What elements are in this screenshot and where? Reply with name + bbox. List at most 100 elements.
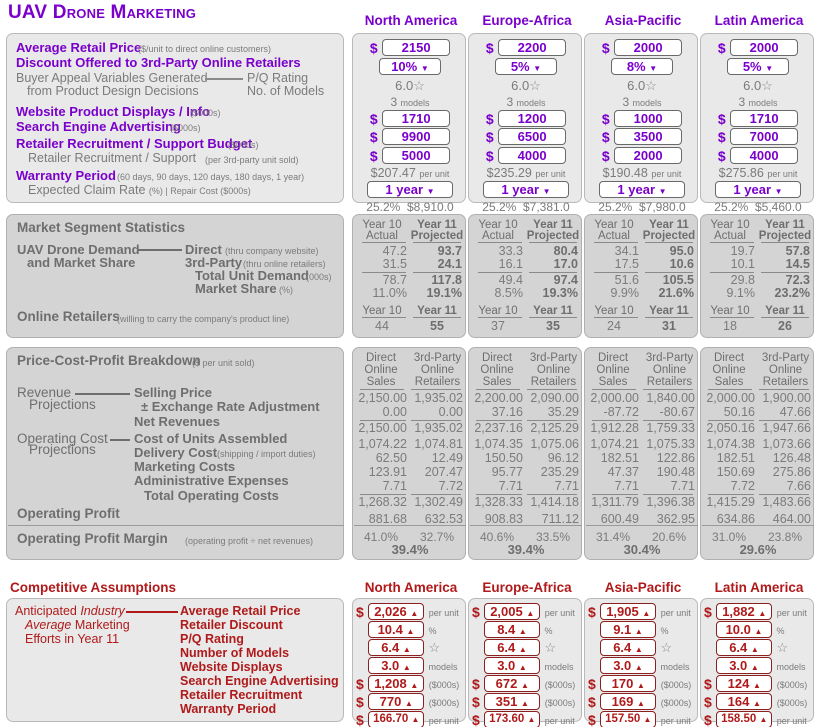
comp-number-of-models-europe-africa[interactable]: 3.0 ▲ [484, 657, 540, 675]
market-panel-north-america: Year 10 Actual Year 11 Projected 47.2 93… [352, 214, 466, 338]
comp-retailer-discount-latin-america[interactable]: 10.0 ▲ [716, 621, 772, 639]
search-engine-input-north-america[interactable]: 9900 [382, 128, 451, 146]
comp-number-of-models-north-america[interactable]: 3.0 ▲ [368, 657, 424, 675]
search-engine-input-asia-pacific[interactable]: 3500 [614, 128, 683, 146]
comp-search-engine-latin-america[interactable]: 164 ▲ [716, 693, 773, 711]
comp-website-displays-asia-pacific[interactable]: 170 ▲ [600, 675, 657, 693]
comp-retailer-recruitment-latin-america[interactable]: 158.50 ▲ [716, 711, 773, 727]
value: 1,905 [606, 604, 639, 620]
delivery-3rd-latin-america: 126.48 [772, 451, 811, 465]
warranty-select-europe-africa[interactable]: 1 year ▼ [483, 181, 569, 199]
unit-per-unit: per unit [776, 608, 807, 618]
retail-price-input-europe-africa[interactable]: 2200 [498, 39, 567, 57]
website-displays-input-north-america[interactable]: 1710 [382, 110, 451, 128]
retailer-budget-input-asia-pacific[interactable]: 2000 [614, 147, 683, 165]
discount-select-north-america[interactable]: 10% ▼ [379, 58, 441, 76]
unit-000s: ($000s) [660, 680, 692, 690]
divider [759, 389, 809, 390]
col-header-direct: Direct [713, 352, 745, 364]
comp-retailer-recruitment-asia-pacific[interactable]: 157.50 ▲ [600, 711, 657, 727]
label-exchange-rate-adjustment: ± Exchange Rate Adjustment [141, 399, 320, 414]
warranty-value: 1 year [501, 182, 540, 198]
website-displays-input-asia-pacific[interactable]: 1000 [614, 110, 683, 128]
unit-per-unit: per unit [428, 608, 459, 618]
comp-pq-rating-europe-africa[interactable]: 6.4 ▲ [484, 639, 540, 657]
retailer-budget-input-europe-africa[interactable]: 4000 [498, 147, 567, 165]
value: 173.60 [489, 713, 525, 726]
value: 8.4 [497, 622, 516, 638]
selling-price-direct-europe-africa: 2,200.00 [474, 391, 523, 405]
admin-direct-asia-pacific: 7.71 [614, 479, 639, 493]
comp-number-of-models-asia-pacific[interactable]: 3.0 ▲ [600, 657, 656, 675]
currency-symbol: $ [485, 39, 494, 56]
label-average-retail-price: Average Retail Price [16, 40, 142, 55]
comp-website-displays-europe-africa[interactable]: 672 ▲ [484, 675, 541, 693]
comp-retailer-discount-europe-africa[interactable]: 8.4 ▲ [484, 621, 540, 639]
comp-retailer-discount-asia-pacific[interactable]: 9.1 ▲ [600, 621, 656, 639]
comp-search-engine-europe-africa[interactable]: 351 ▲ [484, 693, 541, 711]
retailers-year10-asia-pacific: 24 [607, 319, 621, 333]
triangle-up-icon: ▲ [759, 715, 768, 725]
search-engine-input-latin-america[interactable]: 7000 [730, 128, 799, 146]
label-website-product-displays: Website Product Displays / Info [16, 104, 211, 119]
divider [478, 242, 522, 243]
currency-symbol: $ [588, 711, 596, 727]
leader-line-demand [137, 249, 182, 251]
warranty-select-asia-pacific[interactable]: 1 year ▼ [599, 181, 685, 199]
website-displays-input-latin-america[interactable]: 1710 [730, 110, 799, 128]
comp-avg-retail-price-north-america[interactable]: 2,026 ▲ [368, 603, 425, 621]
value: 3.0 [497, 658, 516, 674]
retailer-budget-input-north-america[interactable]: 5000 [382, 147, 451, 165]
net-revenues-3rd-latin-america: 1,947.66 [762, 421, 811, 435]
comp-pq-rating-north-america[interactable]: 6.4 ▲ [368, 639, 424, 657]
website-displays-input-europe-africa[interactable]: 1200 [498, 110, 567, 128]
value: 166.70 [373, 713, 409, 726]
discount-select-asia-pacific[interactable]: 8% ▼ [611, 58, 673, 76]
pq-rating-value: 6.0 [743, 78, 762, 93]
retail-price-input-north-america[interactable]: 2150 [382, 39, 451, 57]
triangle-up-icon: ▲ [520, 681, 529, 691]
note-warranty-period: (60 days, 90 days, 120 days, 180 days, 1… [117, 172, 305, 182]
comp-search-engine-north-america[interactable]: 770 ▲ [368, 693, 425, 711]
comp-retailer-discount-north-america[interactable]: 10.4 ▲ [368, 621, 424, 639]
value: 351 [495, 694, 518, 710]
comp-retailer-recruitment-europe-africa[interactable]: 173.60 ▲ [484, 711, 541, 727]
comp-pq-rating-asia-pacific[interactable]: 6.4 ▲ [600, 639, 656, 657]
retail-price-input-asia-pacific[interactable]: 2000 [614, 39, 683, 57]
delivery-direct-europe-africa: 150.50 [484, 451, 523, 465]
col-header-direct: Direct [365, 352, 397, 364]
margin-total-asia-pacific: 30.4% [623, 542, 661, 557]
comp-search-engine-asia-pacific[interactable]: 169 ▲ [600, 693, 657, 711]
net-revenues-direct-north-america: 2,150.00 [358, 421, 407, 435]
comp-retailer-recruitment-north-america[interactable]: 166.70 ▲ [368, 711, 425, 727]
comp-avg-retail-price-europe-africa[interactable]: 2,005 ▲ [484, 603, 541, 621]
retailer-budget-input-latin-america[interactable]: 4000 [730, 147, 799, 165]
comp-website-displays-north-america[interactable]: 1,208 ▲ [368, 675, 425, 693]
models-europe-africa: 3 models [469, 95, 583, 109]
admin-direct-latin-america: 7.72 [730, 479, 755, 493]
star-icon: ☆ [660, 640, 673, 655]
comp-website-displays-latin-america[interactable]: 124 ▲ [716, 675, 773, 693]
chevron-down-icon: ▼ [533, 64, 542, 74]
cost-units-direct-north-america: 1,074.22 [358, 437, 407, 451]
warranty-select-north-america[interactable]: 1 year ▼ [367, 181, 453, 199]
currency-symbol: $ [717, 147, 726, 164]
triangle-up-icon: ▲ [636, 699, 645, 709]
comp-avg-retail-price-latin-america[interactable]: 1,882 ▲ [716, 603, 773, 621]
unit-per-unit: per unit [660, 716, 691, 726]
comp-number-of-models-latin-america[interactable]: 3.0 ▲ [716, 657, 772, 675]
comp-pq-rating-latin-america[interactable]: 6.4 ▲ [716, 639, 772, 657]
unit-percent: % [776, 626, 785, 636]
retail-price-input-latin-america[interactable]: 2000 [730, 39, 799, 57]
comp-avg-retail-price-asia-pacific[interactable]: 1,905 ▲ [600, 603, 657, 621]
total-costs-direct-asia-pacific: 1,311.79 [591, 495, 639, 509]
pcp-labels-panel: Price-Cost-Profit Breakdown ($ per unit … [6, 347, 344, 560]
warranty-select-latin-america[interactable]: 1 year ▼ [715, 181, 801, 199]
claim-rate-value: 25.2% [714, 200, 749, 214]
discount-select-europe-africa[interactable]: 5% ▼ [495, 58, 557, 76]
unit-per-unit: per unit [776, 716, 807, 726]
operating-profit-3rd-asia-pacific: 362.95 [656, 512, 695, 526]
market-share-year10-north-america: 11.0% [372, 286, 407, 300]
search-engine-input-europe-africa[interactable]: 6500 [498, 128, 567, 146]
discount-select-latin-america[interactable]: 5% ▼ [727, 58, 789, 76]
